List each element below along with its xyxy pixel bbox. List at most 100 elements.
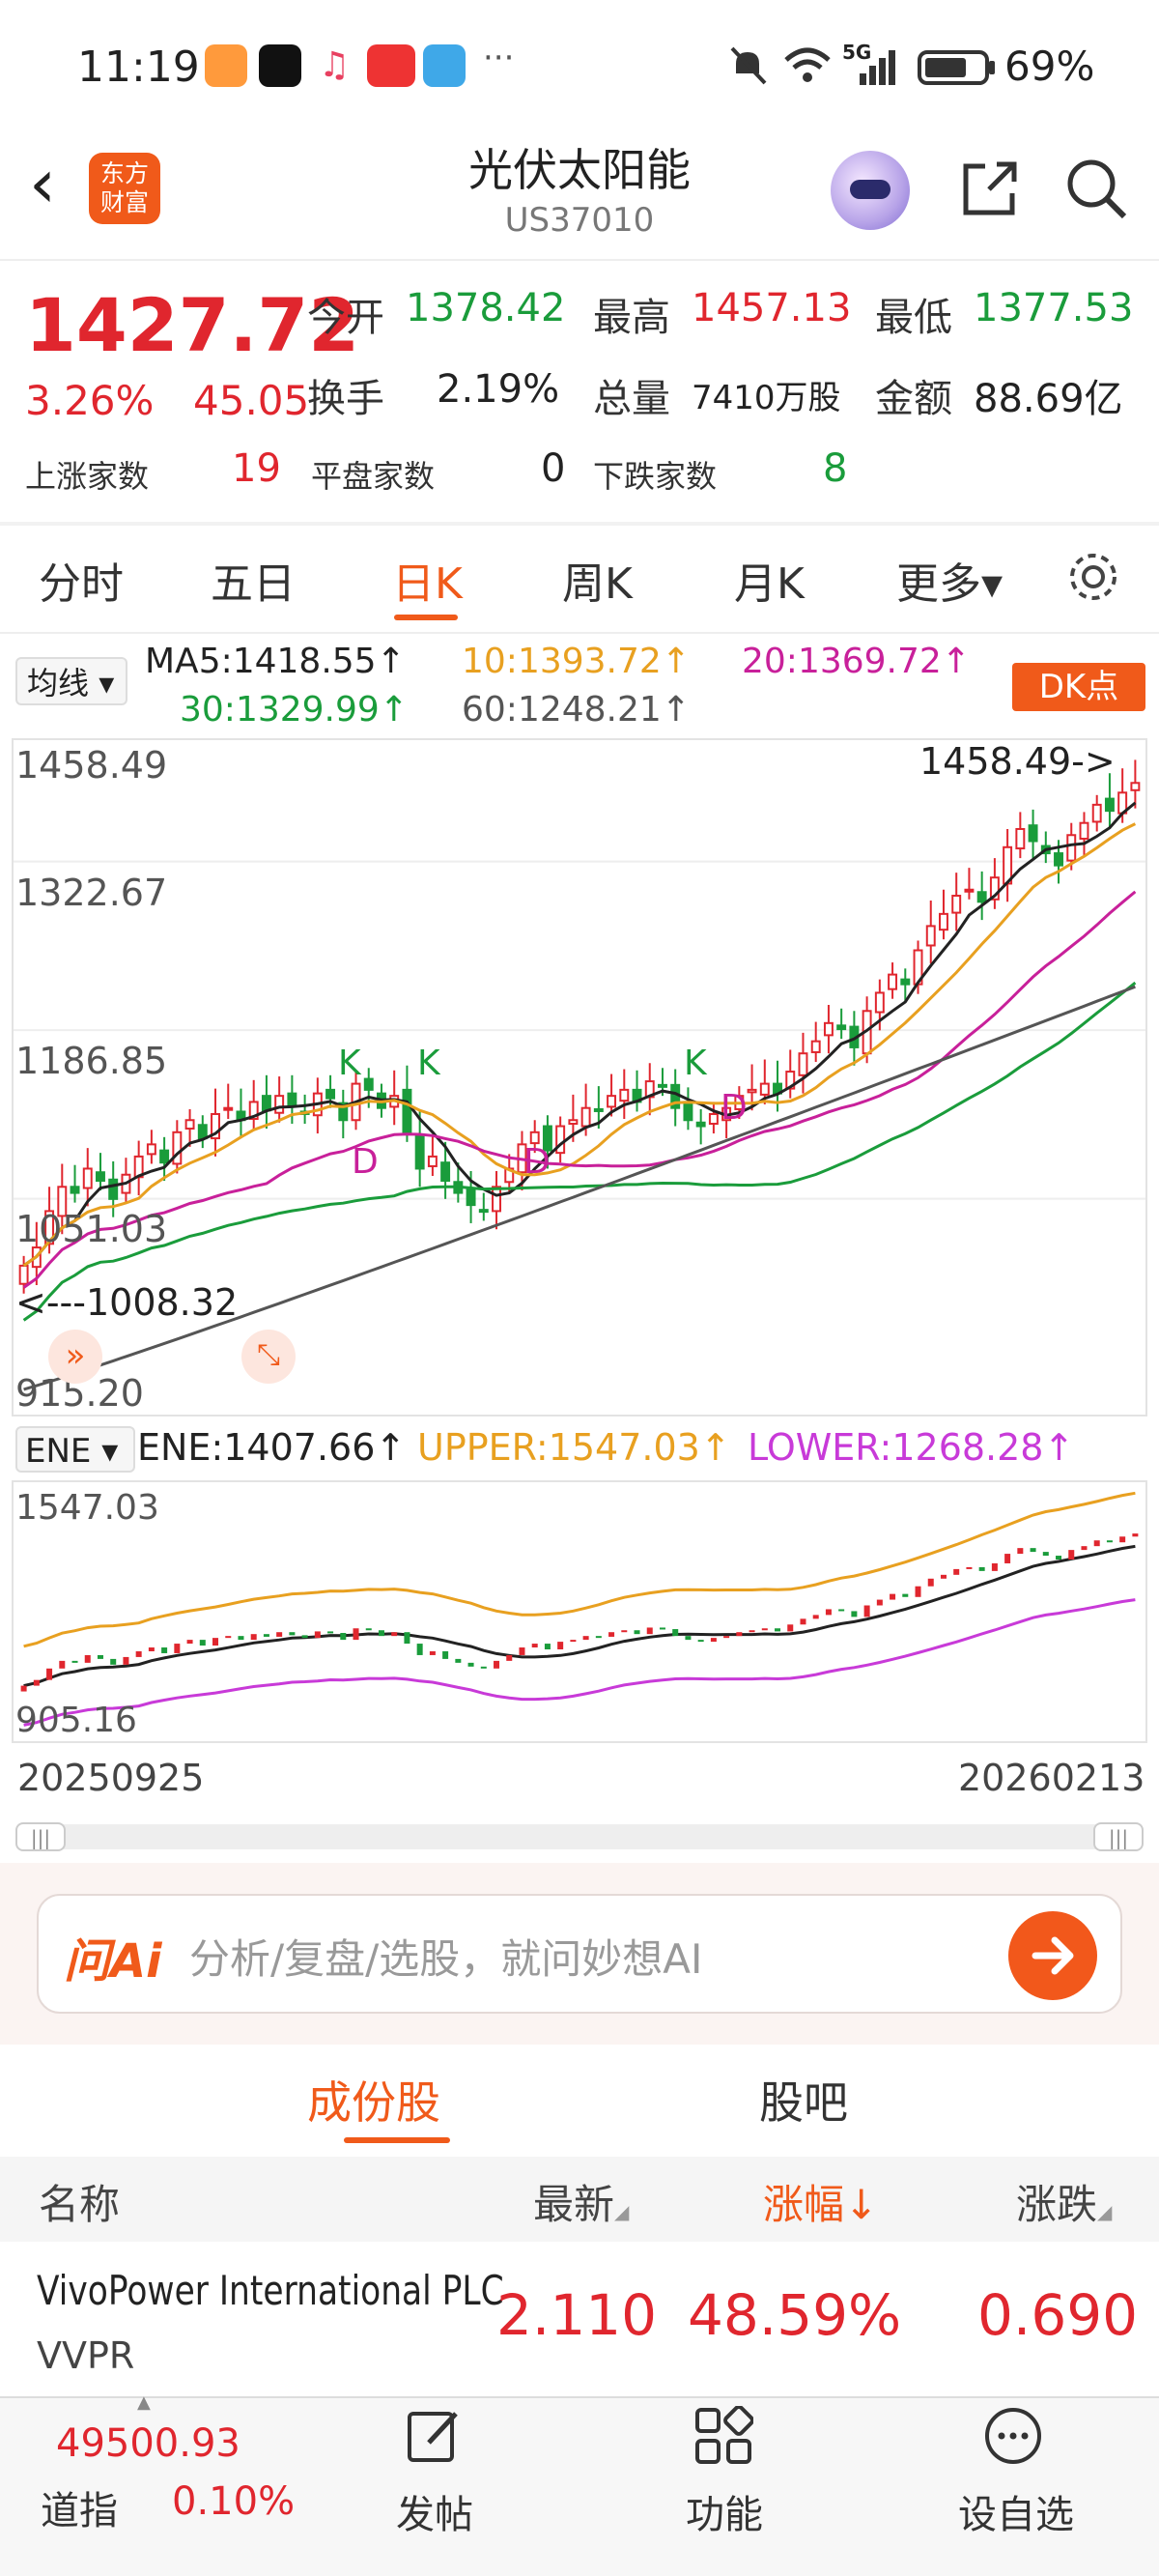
- open-label: 今开: [307, 296, 384, 340]
- candle-body: [964, 888, 975, 893]
- candle-body: [747, 1088, 757, 1094]
- col-chg[interactable]: 涨跌◢: [1016, 2172, 1112, 2231]
- share-icon[interactable]: [956, 155, 1024, 222]
- ene-candle: [697, 1640, 704, 1643]
- low-value: 1377.53: [974, 286, 1134, 330]
- y-tick: 1458.49: [15, 744, 168, 787]
- ene-candle: [672, 1629, 679, 1637]
- candle-body: [951, 895, 962, 914]
- ene-candle: [621, 1630, 628, 1633]
- ene-candle: [1030, 1548, 1036, 1553]
- high-label: 最高: [593, 296, 670, 340]
- ene-candle: [276, 1632, 283, 1637]
- ene-candle: [327, 1631, 334, 1634]
- amount-label: 金额: [875, 377, 952, 421]
- ene-candle: [582, 1636, 589, 1641]
- fullscreen-icon[interactable]: ⤡: [241, 1330, 296, 1384]
- ene-candle: [429, 1650, 436, 1655]
- nav-add-watchlist[interactable]: 设自选: [958, 2483, 1074, 2539]
- ene-upper-line: [23, 1491, 1136, 1648]
- ene-candle: [812, 1615, 819, 1619]
- ene-candle: [71, 1660, 78, 1663]
- candle-body: [925, 925, 936, 947]
- col-name[interactable]: 名称: [39, 2172, 120, 2231]
- candle-body: [96, 1171, 105, 1183]
- candle-body: [1079, 821, 1089, 841]
- search-icon[interactable]: [1062, 155, 1130, 222]
- nav-functions[interactable]: 功能: [686, 2483, 763, 2539]
- candle-body: [478, 1209, 489, 1214]
- ai-assistant-icon[interactable]: [831, 151, 910, 230]
- high-marker: 1458.49->: [919, 740, 1116, 783]
- tab-intraday[interactable]: 分时: [39, 549, 124, 611]
- index-value[interactable]: 49500.93: [56, 2421, 240, 2466]
- ene-candle: [1093, 1540, 1100, 1547]
- candle-body: [619, 1088, 630, 1102]
- row-stock-name[interactable]: VivoPower International PLC: [37, 2267, 504, 2314]
- wifi-icon: [784, 47, 831, 82]
- col-last[interactable]: 最新◢: [533, 2172, 629, 2231]
- candle-body: [900, 978, 911, 986]
- candle-body: [683, 1101, 693, 1122]
- high-value: 1457.13: [692, 286, 852, 330]
- ene-candle: [991, 1562, 998, 1571]
- candle-body: [274, 1095, 285, 1114]
- ask-ai-submit-button[interactable]: [1008, 1911, 1097, 2000]
- gear-icon[interactable]: [1065, 549, 1121, 605]
- index-name[interactable]: 道指: [41, 2479, 118, 2535]
- low-marker: <---1008.32: [15, 1281, 239, 1324]
- ene-candle: [749, 1630, 755, 1633]
- range-handle-right[interactable]: |||: [1093, 1822, 1144, 1851]
- ma-select[interactable]: 均线 ▾: [15, 657, 127, 705]
- ene-candle: [863, 1605, 870, 1617]
- tab-more[interactable]: 更多▾: [896, 549, 1003, 611]
- candle-body: [1015, 827, 1026, 850]
- candle-body: [568, 1119, 579, 1126]
- ene-candle: [225, 1636, 232, 1639]
- signal-d: D: [352, 1142, 379, 1182]
- post-icon[interactable]: [404, 2406, 464, 2466]
- ene-candle: [46, 1668, 53, 1680]
- dk-point-button[interactable]: DK点: [1012, 663, 1145, 711]
- ene-candle: [557, 1642, 564, 1650]
- ene-candle: [519, 1647, 525, 1655]
- tab-daily-k[interactable]: 日K: [392, 549, 463, 611]
- ma60-line: [23, 985, 1136, 1391]
- candle-body: [695, 1121, 706, 1128]
- nav-post[interactable]: 发帖: [396, 2483, 473, 2539]
- col-pct[interactable]: 涨幅↓: [763, 2172, 878, 2231]
- kline-chart[interactable]: 1458.49 1322.67 1186.85 1051.03 915.20 1…: [12, 738, 1147, 1417]
- tab-weekly-k[interactable]: 周K: [562, 549, 633, 611]
- ma30-value: 30:1329.99↑: [180, 690, 409, 730]
- ene-candle: [416, 1644, 423, 1655]
- ene-candle: [927, 1578, 934, 1587]
- ene-candle: [1004, 1554, 1011, 1563]
- ene-chart[interactable]: 1547.03 905.16: [12, 1480, 1147, 1743]
- tab-five-day[interactable]: 五日: [211, 549, 296, 611]
- candle-body: [492, 1186, 501, 1213]
- candle-body: [1054, 852, 1063, 867]
- ene-candle: [97, 1654, 103, 1659]
- tab-constituents[interactable]: 成份股: [307, 2068, 440, 2132]
- more-circle-icon[interactable]: [983, 2406, 1043, 2466]
- chart-range-scrollbar[interactable]: [15, 1824, 1144, 1849]
- candle-body: [976, 891, 987, 903]
- grid-icon[interactable]: [693, 2406, 753, 2466]
- range-handle-left[interactable]: |||: [15, 1822, 66, 1851]
- music-icon: ♫: [313, 44, 355, 87]
- ene-candle: [775, 1628, 781, 1632]
- flat-count: 0: [541, 446, 566, 491]
- tab-stock-forum[interactable]: 股吧: [759, 2068, 848, 2132]
- ene-candle: [876, 1599, 883, 1606]
- indicator-select[interactable]: ENE ▾: [15, 1426, 135, 1473]
- candle-body: [593, 1107, 604, 1112]
- ene-candle: [787, 1624, 794, 1632]
- open-value: 1378.42: [406, 286, 566, 330]
- expand-left-icon[interactable]: »: [48, 1330, 102, 1384]
- divider: [0, 259, 1159, 261]
- candle-body: [1066, 834, 1077, 862]
- toutiao-icon: [367, 44, 415, 87]
- y-tick: 1322.67: [15, 872, 168, 914]
- candle-body: [759, 1082, 770, 1096]
- tab-monthly-k[interactable]: 月K: [734, 549, 805, 611]
